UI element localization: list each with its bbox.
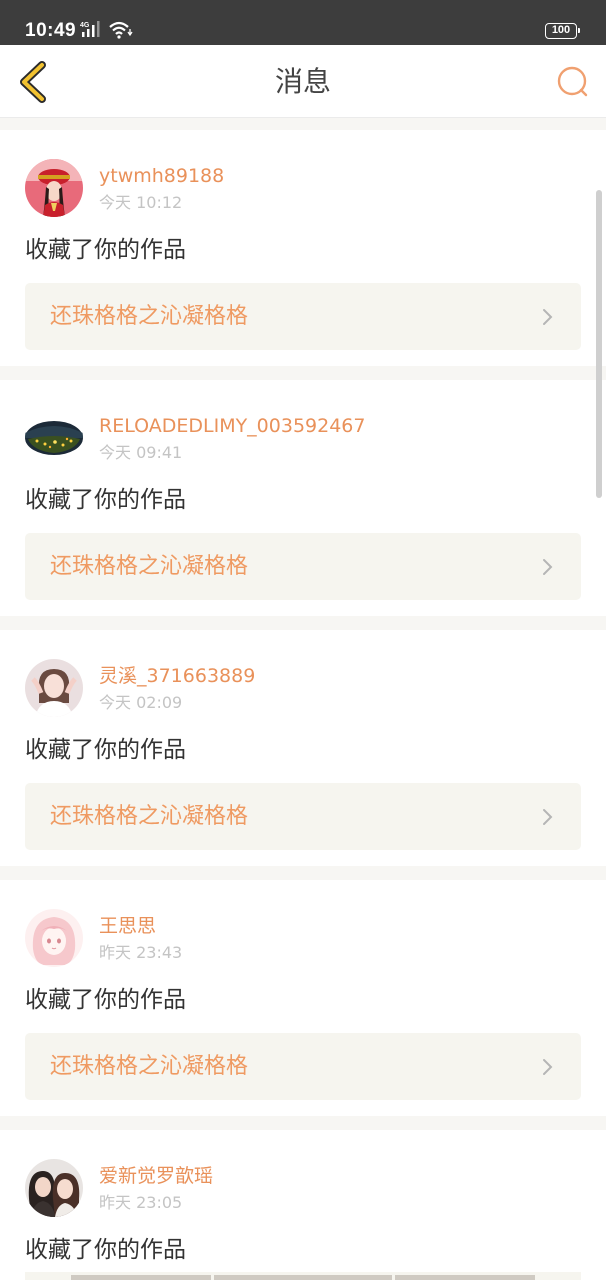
work-title: 还珠格格之沁凝格格 <box>50 554 249 579</box>
work-title: 还珠格格之沁凝格格 <box>50 1054 249 1079</box>
signal-icon: 4G <box>80 21 100 37</box>
avatar[interactable] <box>25 1159 83 1217</box>
work-link[interactable]: 还珠格格之沁凝格格 <box>25 283 581 350</box>
action-text: 收藏了你的作品 <box>25 1237 186 1263</box>
avatar-night-landscape-icon <box>25 409 83 467</box>
header: 消息 <box>0 45 606 118</box>
work-title: 还珠格格之沁凝格格 <box>50 304 249 329</box>
scrollbar[interactable] <box>596 190 602 498</box>
chevron-right-icon <box>543 559 553 575</box>
avatar[interactable] <box>25 409 83 467</box>
timestamp: 昨天 23:43 <box>99 943 183 962</box>
work-link[interactable]: 还珠格格之沁凝格格 <box>25 533 581 600</box>
username[interactable]: RELOADEDLIMY_003592467 <box>99 414 365 438</box>
status-time: 10:49 <box>25 20 77 41</box>
avatar-girl-red-costume-icon <box>25 159 83 217</box>
message-card: RELOADEDLIMY_003592467 今天 09:41 收藏了你的作品 … <box>0 380 606 616</box>
chevron-right-icon <box>543 809 553 825</box>
username[interactable]: 灵溪_371663889 <box>99 664 255 688</box>
wifi-icon <box>109 21 133 39</box>
work-link[interactable]: 还珠格格之沁凝格格 <box>25 1033 581 1100</box>
username[interactable]: 王思思 <box>99 914 156 938</box>
page-title: 消息 <box>274 65 331 98</box>
battery-indicator: 100 <box>545 23 580 39</box>
avatar[interactable] <box>25 159 83 217</box>
search-icon[interactable] <box>552 61 592 101</box>
chevron-right-icon <box>543 309 553 325</box>
chevron-right-icon <box>543 1059 553 1075</box>
action-text: 收藏了你的作品 <box>25 237 186 263</box>
action-text: 收藏了你的作品 <box>25 737 186 763</box>
timestamp: 今天 09:41 <box>99 443 183 462</box>
avatar-girl-white-dress-icon <box>25 659 83 717</box>
avatar[interactable] <box>25 909 83 967</box>
timestamp: 今天 02:09 <box>99 693 183 712</box>
username[interactable]: ytwmh89188 <box>99 164 224 188</box>
work-title: 还珠格格之沁凝格格 <box>50 804 249 829</box>
message-card: 爱新觉罗歆瑶 昨天 23:05 收藏了你的作品 <box>0 1130 606 1280</box>
message-card: 灵溪_371663889 今天 02:09 收藏了你的作品 还珠格格之沁凝格格 <box>0 630 606 866</box>
strip-segment <box>214 1275 392 1280</box>
username[interactable]: 爱新觉罗歆瑶 <box>99 1164 213 1188</box>
strip-segment <box>71 1275 211 1280</box>
avatar[interactable] <box>25 659 83 717</box>
timestamp: 今天 10:12 <box>99 193 183 212</box>
action-text: 收藏了你的作品 <box>25 487 186 513</box>
action-text: 收藏了你的作品 <box>25 987 186 1013</box>
message-card: ytwmh89188 今天 10:12 收藏了你的作品 还珠格格之沁凝格格 <box>0 130 606 366</box>
timestamp: 昨天 23:05 <box>99 1193 183 1212</box>
avatar-anime-girl-pink-icon <box>25 909 83 967</box>
work-link-partial[interactable] <box>25 1272 581 1280</box>
strip-segment <box>395 1275 535 1280</box>
network-label: 4G <box>80 22 90 29</box>
work-link[interactable]: 还珠格格之沁凝格格 <box>25 783 581 850</box>
message-card: 王思思 昨天 23:43 收藏了你的作品 还珠格格之沁凝格格 <box>0 880 606 1116</box>
status-bar: 10:49 4G 100 <box>0 0 606 45</box>
avatar-two-girls-icon <box>25 1159 83 1217</box>
